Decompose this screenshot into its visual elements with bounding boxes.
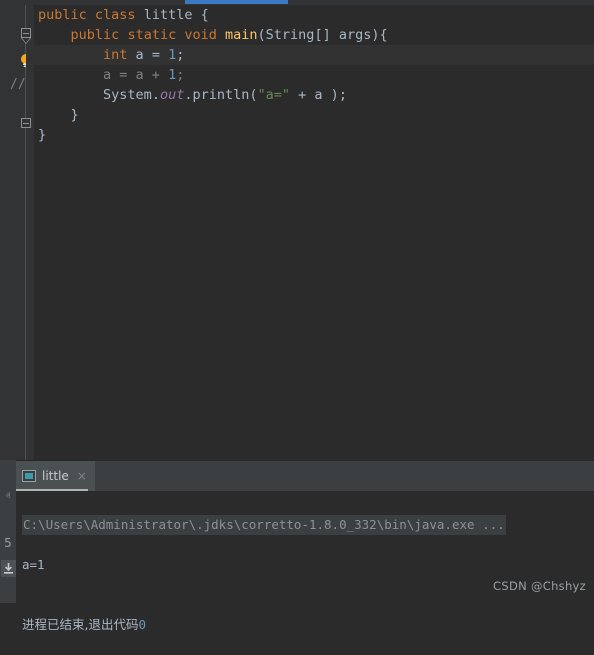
code-editor[interactable]: // public class little { public static v…	[0, 5, 594, 460]
code-token: String	[266, 27, 315, 43]
code-line[interactable]: a = a + 1;	[34, 65, 594, 85]
current-line-gutter-highlight	[26, 50, 34, 70]
editor-gutter[interactable]: //	[0, 5, 34, 460]
console-tab-label: little	[42, 469, 69, 483]
active-tab-underline	[185, 0, 288, 4]
code-token: ){	[371, 27, 387, 43]
code-token	[38, 67, 103, 83]
code-token: .	[152, 87, 160, 103]
code-token: little	[144, 7, 193, 23]
code-token: (	[258, 27, 266, 43]
gutter-comment-marker: //	[10, 77, 26, 92]
code-line[interactable]: }	[34, 105, 594, 125]
code-token: public	[71, 27, 120, 43]
run-configuration-icon	[22, 470, 36, 482]
code-token: main	[225, 27, 258, 43]
console-exit-code: 0	[138, 617, 146, 632]
code-token: =	[152, 47, 168, 63]
code-token: 1	[168, 47, 176, 63]
code-token: void	[184, 27, 217, 43]
code-token	[38, 107, 71, 123]
scroll-down-icon[interactable]: ⱟ	[1, 512, 15, 526]
code-token: ;	[176, 47, 184, 63]
code-token: []	[314, 27, 338, 43]
code-token: ;	[176, 67, 184, 83]
code-token: 1	[168, 67, 176, 83]
code-line[interactable]: public static void main(String[] args){	[34, 25, 594, 45]
code-token: a = a +	[103, 67, 168, 83]
code-token: static	[127, 27, 176, 43]
code-token	[38, 27, 71, 43]
watermark: CSDN @Chshyz	[493, 579, 586, 593]
run-tool-window: ⱏ ⱟ 5 little × C:\Users\Administrator\.j…	[0, 460, 594, 603]
code-token	[38, 47, 103, 63]
code-token: out	[160, 87, 184, 103]
gutter-divider-line	[25, 5, 26, 460]
console-tab-row[interactable]: little ×	[16, 461, 594, 491]
code-token	[87, 7, 95, 23]
fold-end-icon[interactable]	[21, 118, 31, 128]
code-token: }	[71, 107, 79, 123]
code-token: public	[38, 7, 87, 23]
console-exit-message: 进程已结束,退出代码	[22, 617, 138, 632]
code-token	[38, 87, 103, 103]
code-token: (	[249, 87, 257, 103]
close-icon[interactable]: ×	[77, 469, 87, 483]
code-token	[136, 7, 144, 23]
code-token: a	[127, 47, 151, 63]
code-token: int	[103, 47, 127, 63]
code-token	[217, 27, 225, 43]
code-lines[interactable]: public class little { public static void…	[34, 5, 594, 460]
code-token: class	[95, 7, 136, 23]
line-number-indicator: 5	[1, 536, 15, 550]
console-command-line: C:\Users\Administrator\.jdks\corretto-1.…	[22, 515, 506, 535]
console-tool-strip[interactable]: ⱏ ⱟ 5	[0, 460, 16, 603]
console-tab-little[interactable]: little ×	[16, 461, 95, 491]
code-line[interactable]: }	[34, 125, 594, 145]
code-line[interactable]: int a = 1;	[34, 45, 594, 65]
code-line[interactable]: public class little {	[34, 5, 594, 25]
code-token: + a );	[290, 87, 347, 103]
code-line[interactable]: System.out.println("a=" + a );	[34, 85, 594, 105]
fold-arrow-icon[interactable]	[21, 28, 31, 38]
code-token: args	[339, 27, 372, 43]
code-token: System	[103, 87, 152, 103]
soft-wrap-icon[interactable]	[1, 560, 16, 577]
code-token: }	[38, 127, 46, 143]
console-program-output: a=1	[22, 557, 45, 572]
scroll-up-icon[interactable]: ⱏ	[1, 490, 15, 504]
code-token: {	[201, 7, 209, 23]
code-token	[192, 7, 200, 23]
code-token: println	[192, 87, 249, 103]
code-token: "a="	[258, 87, 291, 103]
ide-window: // public class little { public static v…	[0, 0, 594, 603]
